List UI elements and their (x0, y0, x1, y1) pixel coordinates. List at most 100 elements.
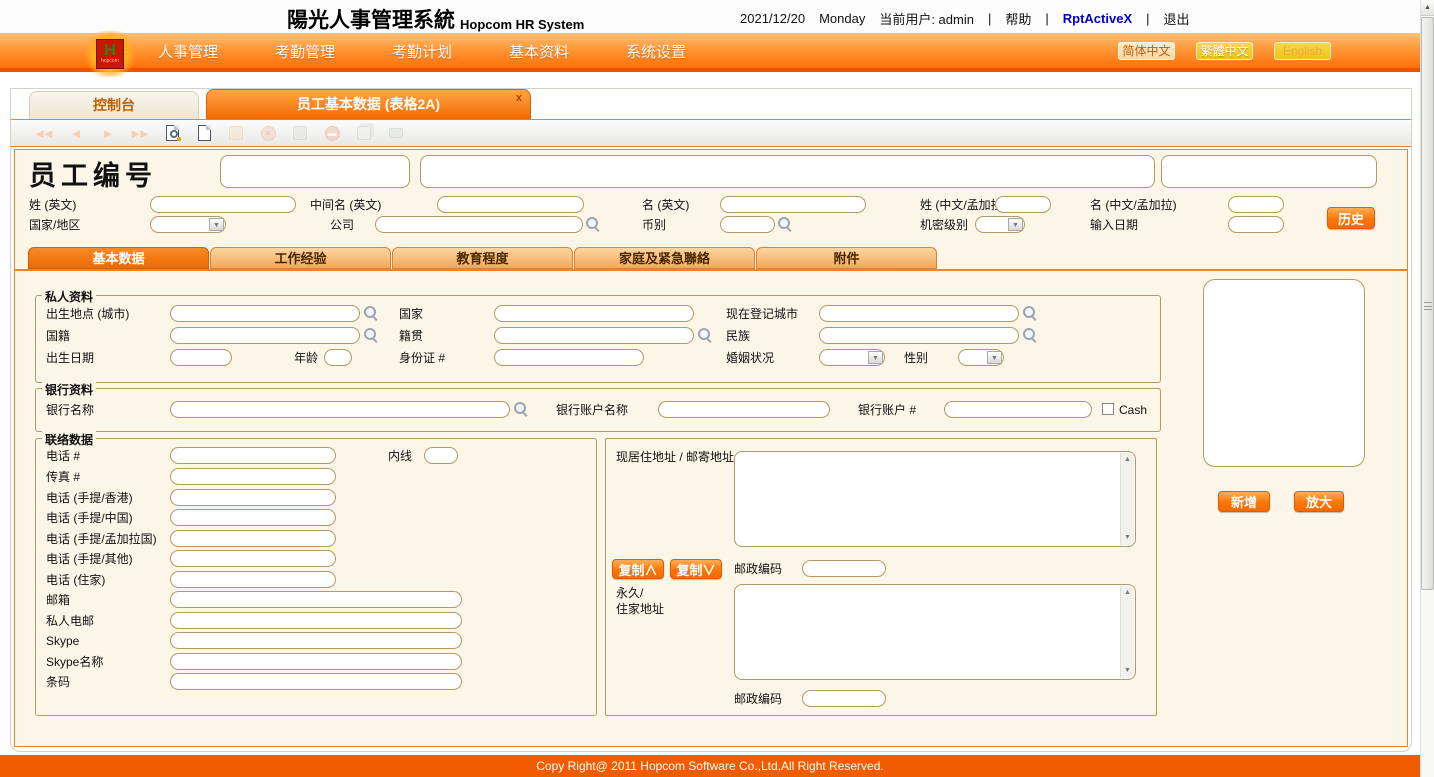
photo-zoom-button[interactable]: 放大 (1294, 491, 1344, 512)
bank-name-input[interactable] (170, 401, 510, 418)
textarea-scrollbar[interactable]: ▲ ▼ (1120, 586, 1134, 678)
app-logo-icon[interactable]: H hopcom (82, 31, 138, 77)
postal-code-input[interactable] (802, 560, 886, 577)
phone-input[interactable] (170, 447, 336, 464)
native-place-search-icon[interactable] (697, 327, 712, 342)
cash-checkbox[interactable] (1102, 403, 1114, 415)
subtab-basic-data[interactable]: 基本数据 (28, 247, 209, 269)
delete-icon[interactable]: ▬ (321, 122, 343, 144)
first-name-cn-input[interactable] (1228, 196, 1284, 213)
history-button[interactable]: 历史 (1327, 207, 1375, 229)
menu-item-basic-data[interactable]: 基本资料 (509, 33, 626, 72)
email-input[interactable] (170, 591, 462, 608)
nav-next-icon[interactable]: ► (97, 122, 119, 144)
reg-city-input[interactable] (819, 305, 1019, 322)
fax-input[interactable] (170, 468, 336, 485)
gender-select[interactable]: ▼ (958, 349, 1004, 366)
mobile-hk-input[interactable] (170, 489, 336, 506)
reg-city-search-icon[interactable] (1022, 305, 1037, 320)
country-region-select[interactable]: ▼ (150, 216, 226, 233)
tab-close-icon[interactable]: x (516, 91, 522, 105)
scrollbar-thumb[interactable] (1421, 17, 1434, 590)
entry-date-input[interactable] (1228, 216, 1284, 233)
employee-alt-display-input[interactable] (1161, 155, 1377, 188)
current-address-textarea[interactable]: ▲ ▼ (734, 451, 1136, 547)
last-name-en-input[interactable] (150, 196, 296, 213)
native-place-input[interactable] (494, 327, 694, 344)
skype-input[interactable] (170, 632, 462, 649)
marital-status-select[interactable]: ▼ (819, 349, 885, 366)
company-input[interactable] (375, 216, 583, 233)
company-search-icon[interactable] (585, 216, 600, 231)
currency-input[interactable] (720, 216, 775, 233)
birth-place-input[interactable] (170, 305, 360, 322)
bank-account-no-input[interactable] (944, 401, 1092, 418)
ethnicity-search-icon[interactable] (1022, 327, 1037, 342)
edit-icon[interactable] (225, 122, 247, 144)
mobile-bd-input[interactable] (170, 530, 336, 547)
lang-simplified-button[interactable]: 简体中文 (1118, 42, 1175, 60)
confidential-level-select[interactable]: ▼ (975, 216, 1025, 233)
employee-number-input[interactable] (220, 155, 410, 188)
photo-add-button[interactable]: 新增 (1218, 491, 1270, 512)
last-name-cn-input[interactable] (995, 196, 1051, 213)
save-icon[interactable] (289, 122, 311, 144)
nationality-input[interactable] (170, 327, 360, 344)
subtab-education[interactable]: 教育程度 (392, 247, 573, 269)
textarea-scrollbar[interactable]: ▲ ▼ (1120, 453, 1134, 545)
menu-item-attendance[interactable]: 考勤管理 (275, 33, 392, 72)
age-input[interactable] (324, 349, 352, 366)
currency-search-icon[interactable] (777, 216, 792, 231)
tab-employee-basic-data[interactable]: 员工基本数据 (表格2A) x (206, 89, 531, 119)
logout-link[interactable]: 退出 (1164, 9, 1190, 28)
mobile-cn-input[interactable] (170, 509, 336, 526)
scrollbar-up-icon[interactable]: ▲ (1421, 0, 1434, 16)
new-record-icon[interactable] (193, 122, 215, 144)
menu-item-attendance-plan[interactable]: 考勤计划 (392, 33, 509, 72)
print-icon[interactable] (385, 122, 407, 144)
permanent-address-textarea[interactable]: ▲ ▼ (734, 584, 1136, 680)
nationality-search-icon[interactable] (363, 327, 378, 342)
chevron-down-icon[interactable]: ▼ (868, 351, 883, 364)
phone-home-input[interactable] (170, 571, 336, 588)
extension-input[interactable] (424, 447, 458, 464)
subtab-attachments[interactable]: 附件 (756, 247, 937, 269)
employee-name-display-input[interactable] (420, 155, 1155, 188)
bank-account-name-input[interactable] (658, 401, 830, 418)
skype-name-input[interactable] (170, 653, 462, 670)
menu-item-hr[interactable]: 人事管理 (158, 33, 275, 72)
preview-search-icon[interactable] (161, 122, 183, 144)
country-input[interactable] (494, 305, 694, 322)
scroll-up-icon[interactable]: ▲ (1121, 587, 1134, 599)
copy-down-button[interactable]: 复制∨ (670, 559, 722, 579)
bank-name-search-icon[interactable] (513, 401, 528, 416)
first-name-en-input[interactable] (720, 196, 866, 213)
middle-name-en-input[interactable] (437, 196, 584, 213)
birth-date-input[interactable] (170, 349, 232, 366)
subtab-family-emergency[interactable]: 家庭及紧急聯絡 (574, 247, 755, 269)
chevron-down-icon[interactable]: ▼ (1008, 218, 1023, 231)
birth-place-search-icon[interactable] (363, 305, 378, 320)
barcode-input[interactable] (170, 673, 462, 690)
subtab-work-experience[interactable]: 工作经验 (210, 247, 391, 269)
nav-previous-icon[interactable]: ◄ (65, 122, 87, 144)
lang-english-button[interactable]: English (1274, 42, 1331, 60)
copy-up-button[interactable]: 复制∧ (612, 559, 664, 579)
help-link[interactable]: 帮助 (1005, 9, 1031, 28)
rptactivex-link[interactable]: RptActiveX (1063, 11, 1132, 26)
vertical-scrollbar[interactable]: ▲ (1420, 0, 1434, 777)
ethnicity-input[interactable] (819, 327, 1019, 344)
chevron-down-icon[interactable]: ▼ (209, 218, 224, 231)
id-card-input[interactable] (494, 349, 644, 366)
scroll-up-icon[interactable]: ▲ (1121, 454, 1134, 466)
nav-last-icon[interactable]: ►► (129, 122, 151, 144)
chevron-down-icon[interactable]: ▼ (987, 351, 1002, 364)
scroll-down-icon[interactable]: ▼ (1121, 532, 1134, 544)
cancel-icon[interactable]: × (257, 122, 279, 144)
postal-code-2-input[interactable] (802, 690, 886, 707)
scroll-down-icon[interactable]: ▼ (1121, 665, 1134, 677)
nav-first-icon[interactable]: ◄◄ (33, 122, 55, 144)
lang-traditional-button[interactable]: 繁體中文 (1196, 42, 1253, 60)
copy-icon[interactable] (353, 122, 375, 144)
mobile-other-input[interactable] (170, 550, 336, 567)
